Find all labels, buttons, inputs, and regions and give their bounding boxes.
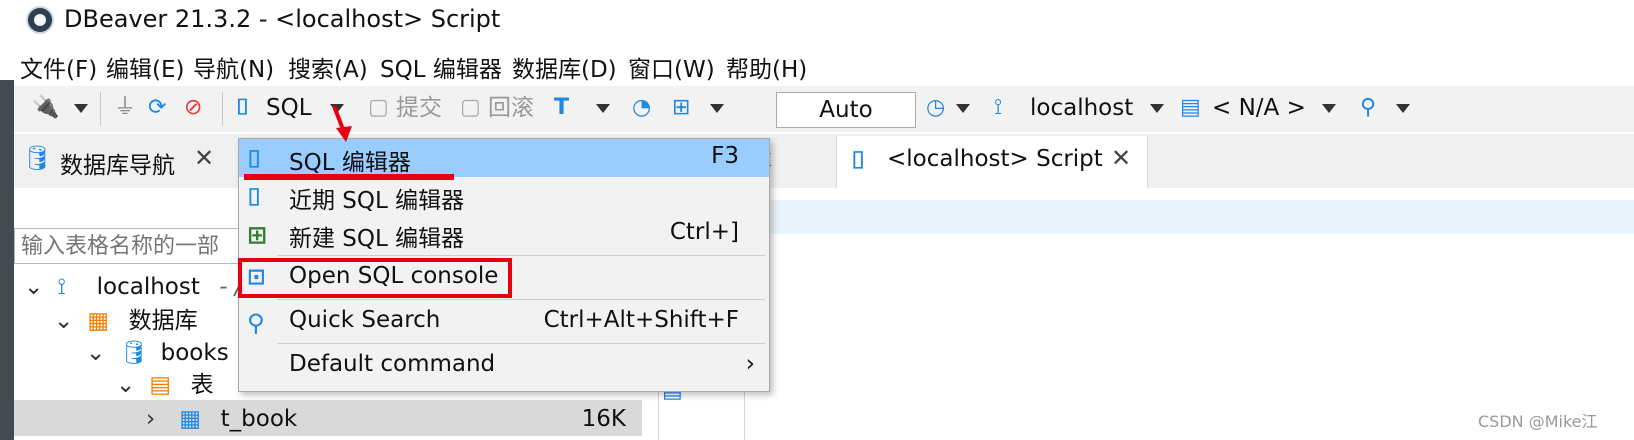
menu-item-recent-sql-editor[interactable]: ⌷ 近期 SQL 编辑器 bbox=[239, 177, 769, 217]
dashboard-icon[interactable]: ◔ bbox=[632, 94, 651, 122]
menu-item-quick-search[interactable]: ⚲ Quick Search Ctrl+Alt+Shift+F bbox=[239, 303, 769, 343]
recent-sql-editor-icon: ⌷ bbox=[247, 183, 262, 211]
tables-folder-icon: ▤ bbox=[149, 372, 172, 398]
history-icon[interactable]: ◷ bbox=[926, 94, 945, 122]
sql-button-label[interactable]: SQL bbox=[266, 94, 312, 122]
chevron-right-icon[interactable]: › bbox=[146, 402, 172, 436]
tab-database-navigator-label: 数据库导航 bbox=[60, 153, 175, 179]
sql-editor-icon[interactable]: ⌷ bbox=[236, 94, 249, 122]
menu-item-label: Quick Search bbox=[289, 307, 441, 333]
menu-item-shortcut: Ctrl+Alt+Shift+F bbox=[543, 307, 739, 333]
rollback-label[interactable]: 回滚 bbox=[488, 94, 534, 122]
schema-selector-icon[interactable]: ▤ bbox=[1180, 94, 1201, 122]
menu-item-shortcut: Ctrl+] bbox=[669, 219, 739, 245]
menu-sql-editor[interactable]: SQL 编辑器 bbox=[380, 50, 502, 84]
sql-script-icon: ⌷ bbox=[851, 146, 866, 174]
search-dropdown-icon[interactable] bbox=[1396, 104, 1410, 113]
menu-separator bbox=[277, 343, 765, 344]
tree-row-tables[interactable]: ⌄ ▤ 表 bbox=[116, 368, 214, 402]
menu-bar: 文件(F) 编辑(E) 导航(N) 搜索(A) SQL 编辑器 数据库(D) 窗… bbox=[0, 46, 1634, 84]
tree-row-books[interactable]: ⌄ 🛢 books bbox=[86, 336, 229, 370]
tab-localhost-script[interactable]: ⌷ <localhost> Script ✕ bbox=[836, 136, 1148, 188]
menu-separator bbox=[277, 299, 765, 300]
menu-item-sql-editor[interactable]: ⌷ SQL 编辑器 F3 bbox=[239, 139, 769, 179]
tree-row-localhost[interactable]: ⌄ ⟟ localhost - /c bbox=[24, 270, 255, 304]
connection-dropdown-icon[interactable] bbox=[1150, 104, 1164, 113]
chevron-down-icon[interactable]: ⌄ bbox=[86, 336, 112, 370]
connection-icon: ⟟ bbox=[57, 274, 66, 300]
menu-item-new-sql-editor[interactable]: ⊞ 新建 SQL 编辑器 Ctrl+] bbox=[239, 215, 769, 255]
toolbar-separator bbox=[222, 92, 223, 126]
menu-search[interactable]: 搜索(A) bbox=[288, 50, 368, 84]
rollback-icon[interactable]: ▢ bbox=[460, 94, 481, 122]
database-icon: 🛢 bbox=[119, 340, 149, 366]
chevron-down-icon[interactable]: ⌄ bbox=[24, 270, 50, 304]
watermark: CSDN @Mike江 bbox=[1478, 412, 1598, 431]
annotation-arrow bbox=[332, 105, 352, 142]
tree-label: 表 bbox=[190, 372, 214, 398]
transaction-mode-icon[interactable]: T bbox=[554, 94, 569, 122]
disconnect-icon[interactable]: ⏚ bbox=[114, 94, 136, 122]
editor-current-line bbox=[748, 200, 1634, 234]
main-toolbar: 🔌 ⏚ ⟳ ⊘ ⌷ SQL ▢ 提交 ▢ 回滚 T ◔ ⊞ Auto ◷ ⟟ l… bbox=[0, 86, 1634, 132]
tree-row-databases[interactable]: ⌄ ▦ 数据库 bbox=[54, 304, 198, 338]
table-filter-input[interactable] bbox=[14, 228, 244, 264]
databases-folder-icon: ▦ bbox=[87, 308, 110, 334]
menu-window[interactable]: 窗口(W) bbox=[628, 50, 715, 84]
schema-dropdown-icon[interactable] bbox=[1322, 104, 1336, 113]
close-icon[interactable]: ✕ bbox=[1111, 144, 1131, 172]
menu-item-label: Default command bbox=[289, 351, 496, 377]
submenu-chevron-icon: › bbox=[745, 351, 755, 377]
menu-item-label: SQL 编辑器 bbox=[289, 150, 411, 176]
dbeaver-logo-icon bbox=[26, 6, 54, 34]
tree-label: t_book bbox=[220, 406, 298, 432]
database-icon: 🛢 bbox=[22, 144, 53, 172]
toolbar-separator bbox=[100, 92, 101, 126]
table-icon: ▦ bbox=[179, 406, 202, 432]
menu-file[interactable]: 文件(F) bbox=[20, 50, 97, 84]
menu-item-shortcut: F3 bbox=[711, 143, 739, 169]
search-icon[interactable]: ⚲ bbox=[1360, 94, 1376, 122]
disconnect-all-icon[interactable]: ⊘ bbox=[184, 94, 202, 122]
commit-label[interactable]: 提交 bbox=[396, 94, 442, 122]
commit-icon[interactable]: ▢ bbox=[368, 94, 389, 122]
new-connection-dropdown-icon[interactable] bbox=[74, 104, 88, 113]
window-title: DBeaver 21.3.2 - <localhost> Script bbox=[64, 5, 501, 33]
table-size: 16K bbox=[581, 406, 626, 432]
connection-selector-icon[interactable]: ⟟ bbox=[994, 94, 1002, 122]
title-bar: DBeaver 21.3.2 - <localhost> Script bbox=[0, 0, 1634, 40]
reconnect-icon[interactable]: ⟳ bbox=[148, 94, 166, 122]
tree-row-t-book[interactable]: › ▦ t_book 16K bbox=[146, 402, 626, 436]
annotation-box bbox=[238, 258, 512, 298]
new-connection-icon[interactable]: 🔌 bbox=[32, 94, 59, 122]
chevron-down-icon[interactable]: ⌄ bbox=[54, 304, 80, 338]
history-dropdown-icon[interactable] bbox=[956, 104, 970, 113]
transaction-mode-field[interactable]: Auto bbox=[776, 92, 916, 128]
hierarchy-icon[interactable]: ⊞ bbox=[672, 94, 690, 122]
tab-script-label: <localhost> Script bbox=[887, 146, 1103, 172]
menu-navigate[interactable]: 导航(N) bbox=[193, 50, 274, 84]
tab-database-navigator[interactable]: 🛢 数据库导航 ✕ bbox=[0, 134, 232, 188]
annotation-underline bbox=[244, 174, 454, 180]
new-sql-editor-icon: ⊞ bbox=[247, 221, 268, 249]
menu-item-default-command[interactable]: Default command › bbox=[239, 347, 769, 387]
transaction-mode-dropdown-icon[interactable] bbox=[596, 104, 610, 113]
menu-help[interactable]: 帮助(H) bbox=[726, 50, 807, 84]
menu-item-label: 近期 SQL 编辑器 bbox=[289, 188, 465, 214]
close-icon[interactable]: ✕ bbox=[194, 144, 214, 172]
menu-database[interactable]: 数据库(D) bbox=[512, 50, 617, 84]
active-connection-label[interactable]: localhost bbox=[1030, 94, 1133, 122]
hierarchy-dropdown-icon[interactable] bbox=[710, 104, 724, 113]
quick-search-icon: ⚲ bbox=[247, 309, 265, 337]
left-edge-strip bbox=[0, 80, 14, 440]
tree-label: books bbox=[160, 340, 229, 366]
menu-edit[interactable]: 编辑(E) bbox=[106, 50, 184, 84]
tree-label: 数据库 bbox=[128, 308, 198, 334]
chevron-down-icon[interactable]: ⌄ bbox=[116, 368, 142, 402]
tree-label: localhost bbox=[96, 274, 200, 300]
menu-separator bbox=[277, 255, 765, 256]
menu-item-label: 新建 SQL 编辑器 bbox=[289, 226, 465, 252]
sql-editor-icon: ⌷ bbox=[247, 145, 262, 173]
active-schema-label[interactable]: < N/A > bbox=[1212, 94, 1306, 122]
